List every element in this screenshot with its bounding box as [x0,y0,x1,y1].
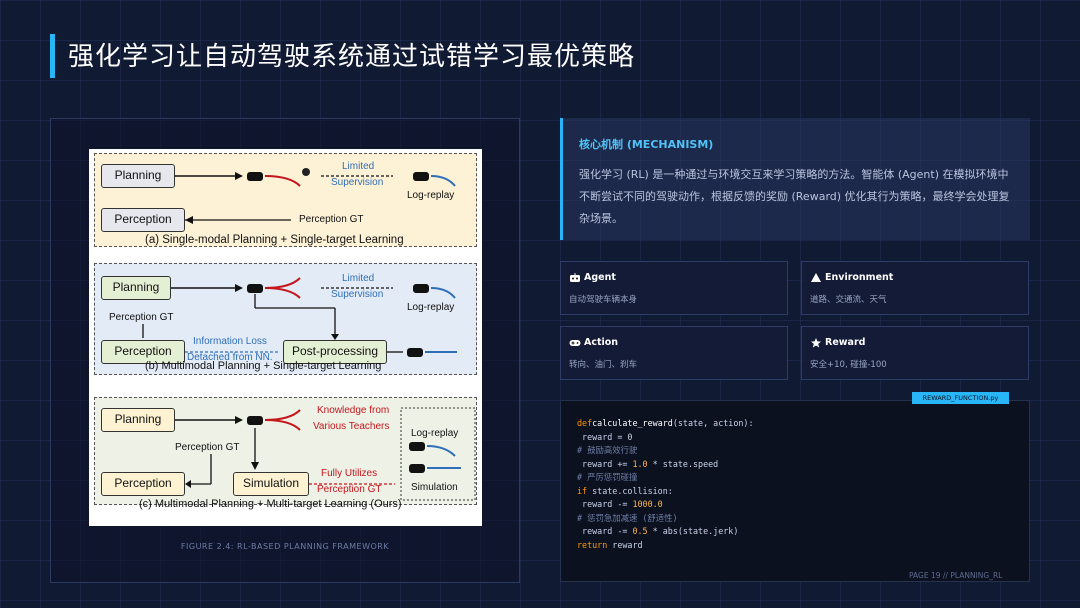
code-file-tab[interactable]: REWARD_FUNCTION.py [912,392,1009,404]
code-text: * abs(state.jerk) [647,526,739,536]
panel-c-arrows [175,407,476,501]
code-number: 0.5 [632,526,648,536]
agent-card-title: Agent [584,272,616,283]
code-keyword: return [577,539,608,550]
rl-framework-figure: Planning Perception Limited Supervision … [89,149,482,526]
panel-a-arrows [175,168,456,224]
action-card-title: Action [584,337,619,348]
figure-panel-a: Planning Perception Limited Supervision … [94,153,477,247]
code-text: reward -= [577,499,633,509]
figure-caption: FIGURE 2.4: RL-BASED PLANNING FRAMEWORK [180,542,390,551]
globe-icon [811,272,821,282]
code-comment: # 鼓励高效行驶 [577,445,638,455]
code-number: 1.0 [632,458,648,469]
mechanism-heading: 核心机制 (MECHANISM) [579,138,714,151]
environment-card-title: Environment [825,272,894,283]
mechanism-panel: 核心机制 (MECHANISM) 强化学习 (RL) 是一种通过与环境交互来学习… [560,118,1030,240]
environment-card-desc: 道路、交通流、天气 [810,295,887,305]
agent-card: Agent 自动驾驶车辆本身 [560,261,788,315]
code-comment: # 严厉惩罚碰撞 [577,472,638,482]
action-card: Action 转向、油门、刹车 [560,326,788,380]
reward-card-title: Reward [825,337,866,348]
code-text: (state, action): [672,418,754,428]
code-text: * state.speed [647,458,719,469]
code-number: 1000.0 [632,499,663,509]
mechanism-body: 强化学习 (RL) 是一种通过与环境交互来学习策略的方法。智能体 (Agent)… [579,168,1010,225]
code-block: defcalculate_reward(state, action): rewa… [560,400,1030,582]
title-accent-bar [50,34,55,78]
star-icon [811,337,821,347]
gamepad-icon [569,339,581,346]
reward-card-desc: 安全+10, 碰撞-100 [810,360,887,370]
figure-panel-b: Planning Perception Post-processing Limi… [94,263,477,375]
agent-card-desc: 自动驾驶车辆本身 [569,295,638,305]
page-footer: PAGE 19 // PLANNING_RL [909,571,1003,580]
panel-b-arrows [142,277,457,357]
code-text: reward += [577,458,633,469]
code-keyword: def [577,418,593,428]
environment-card: Environment 道路、交通流、天气 [801,261,1029,315]
code-function-name: calculate_reward [592,418,673,428]
page-title: 强化学习让自动驾驶系统通过试错学习最优策略 [68,42,636,72]
figure-panel: Planning Perception Limited Supervision … [50,118,520,583]
figure-panel-c: Planning Perception Simulation Knowledge… [94,397,477,510]
code-text: state.collision: [587,485,673,496]
robot-icon [570,272,580,282]
code-comment: # 惩罚急加减速 (舒适性) [577,512,678,523]
code-keyword: if [577,485,588,496]
action-card-desc: 转向、油门、刹车 [569,360,638,370]
code-lines: defcalculate_reward(state, action): rewa… [577,417,754,552]
code-text: reward = 0 [577,431,633,442]
reward-card: Reward 安全+10, 碰撞-100 [801,326,1029,380]
code-text: reward -= [577,526,633,536]
code-text: reward [607,539,643,550]
